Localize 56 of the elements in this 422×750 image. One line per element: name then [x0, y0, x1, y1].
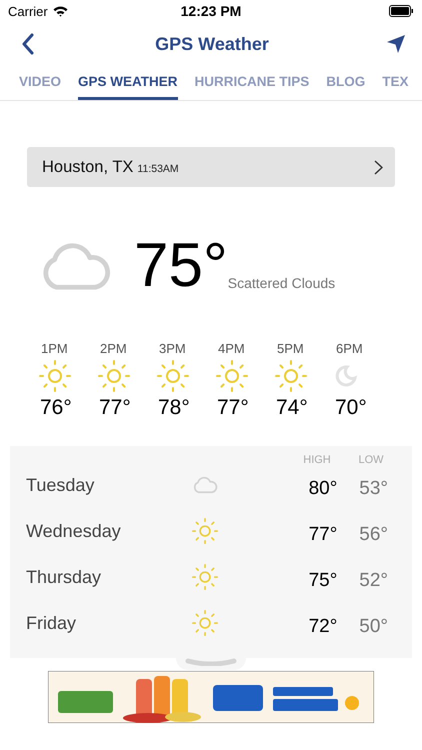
tab[interactable]: TEX	[382, 66, 409, 100]
cloud-icon	[192, 476, 218, 494]
city-name: Houston, TX	[42, 158, 134, 176]
update-time: 11:53AM	[137, 162, 179, 174]
tab[interactable]: VIDEO	[19, 66, 62, 100]
hour-temperature: 76°	[40, 396, 72, 420]
expand-handle[interactable]	[176, 658, 246, 670]
carrier-label: Carrier	[8, 4, 48, 18]
sun-icon	[216, 360, 248, 392]
wifi-icon	[52, 6, 68, 16]
sun-icon	[192, 518, 218, 544]
low-temperature: 56°	[359, 524, 388, 546]
tab[interactable]: BLOG	[326, 66, 366, 100]
hour-label: 3PM	[159, 341, 186, 356]
moon-icon	[334, 364, 358, 388]
high-temperature: 75°	[308, 570, 338, 592]
column-header: HIGH	[302, 454, 332, 466]
hour-label: 5PM	[277, 341, 304, 356]
hour-temperature: 77°	[217, 396, 249, 420]
hour-temperature: 78°	[158, 396, 190, 420]
high-temperature: 72°	[308, 616, 338, 638]
clock-time: 12:23 PM	[180, 3, 242, 19]
tab[interactable]: GPS WEATHER	[78, 66, 178, 100]
sun-icon	[157, 360, 189, 392]
battery-icon	[388, 5, 414, 17]
sun-icon	[275, 360, 307, 392]
chevron-down-icon	[185, 658, 237, 666]
sun-icon	[39, 360, 71, 392]
day-label: Friday	[26, 612, 78, 634]
high-temperature: 77°	[308, 524, 338, 546]
hour-temperature: 74°	[276, 396, 308, 420]
day-label: Tuesday	[26, 474, 96, 496]
sun-icon	[192, 564, 218, 590]
condition-label: Scattered Clouds	[228, 275, 336, 291]
low-temperature: 50°	[359, 616, 388, 638]
hour-label: 2PM	[100, 341, 127, 356]
hour-temperature: 77°	[99, 396, 131, 420]
day-label: Wednesday	[26, 520, 122, 542]
high-temperature: 80°	[308, 478, 338, 500]
sun-icon	[98, 360, 130, 392]
tab[interactable]: HURRICANE TIPS	[194, 66, 310, 100]
hour-label: 4PM	[218, 341, 245, 356]
low-temperature: 53°	[359, 478, 388, 500]
location-arrow-icon	[386, 34, 406, 54]
hour-label: 6PM	[336, 341, 363, 356]
back-icon	[21, 33, 35, 55]
page-title: GPS Weather	[155, 34, 269, 54]
current-temperature: 75°	[134, 235, 228, 297]
location-bar[interactable]: Houston, TX 11:53AM	[27, 147, 395, 187]
sun-icon	[192, 610, 218, 636]
hour-temperature: 70°	[335, 396, 367, 420]
low-temperature: 52°	[359, 570, 388, 592]
column-header: LOW	[357, 454, 385, 466]
day-label: Thursday	[26, 566, 102, 588]
chevron-right-icon	[374, 160, 383, 174]
hour-label: 1PM	[41, 341, 68, 356]
